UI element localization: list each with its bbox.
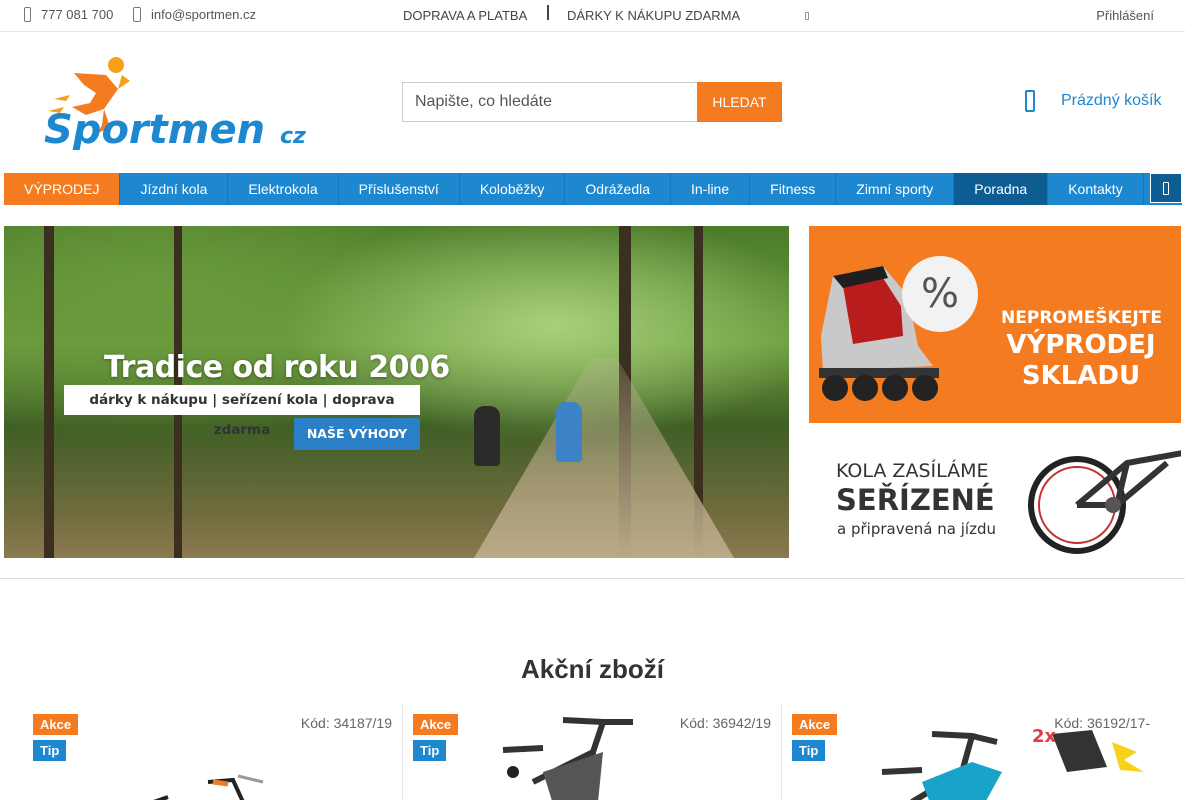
- sportmen-logo[interactable]: Sportmen cz: [44, 55, 319, 150]
- clearance-sale-banner[interactable]: % NEPROMEŠKEJTE VÝPRODEJ SKLADU: [809, 226, 1181, 423]
- bicycle-image: [1028, 450, 1181, 554]
- tip-badge: Tip: [33, 740, 67, 761]
- nav-more-button[interactable]: [1150, 173, 1182, 203]
- assembled-bikes-banner[interactable]: KOLA ZASÍLÁME SEŘÍZENÉ a připravená na j…: [809, 443, 1181, 558]
- nav-item-advice[interactable]: Poradna: [954, 173, 1049, 205]
- product-image: 2x: [881, 726, 1144, 800]
- nav-item-ebikes[interactable]: Elektrokola: [228, 173, 339, 205]
- nav-item-winter-sports[interactable]: Zimní sporty: [836, 173, 955, 205]
- nav-item-accessories[interactable]: Příslušenství: [339, 173, 460, 205]
- tip-badge: Tip: [413, 740, 447, 761]
- nav-item-inline[interactable]: In-line: [671, 173, 751, 205]
- promo2-line1: KOLA ZASÍLÁME: [836, 460, 989, 482]
- phone-icon: [1163, 182, 1169, 195]
- product-card[interactable]: Akce Tip Kód: 36942/19: [402, 704, 781, 800]
- phone-icon: [24, 7, 31, 22]
- hero-banner[interactable]: Tradice od roku 2006 dárky k nákupu | se…: [4, 226, 789, 558]
- section-divider: [0, 578, 1185, 579]
- email-address: info@sportmen.cz: [151, 7, 256, 22]
- svg-text:Sportmen: Sportmen: [44, 107, 265, 150]
- dropdown-icon[interactable]: [805, 12, 809, 20]
- product-card[interactable]: Akce Tip Kód: 36192/17- 2x: [781, 704, 1160, 800]
- promo2-line2: SEŘÍZENÉ: [836, 483, 995, 517]
- section-title: Akční zboží: [520, 654, 664, 684]
- nav-item-balance-bikes[interactable]: Odrážedla: [565, 173, 671, 205]
- promo-headline: NEPROMEŠKEJTE: [1001, 308, 1162, 328]
- cyclist: [556, 402, 582, 462]
- nav-item-scooters[interactable]: Koloběžky: [460, 173, 566, 205]
- cart-label: Prázdný košík: [1061, 92, 1162, 109]
- nav-item-bikes[interactable]: Jízdní kola: [120, 173, 229, 205]
- nav-item-fitness[interactable]: Fitness: [750, 173, 837, 205]
- sale-badge: Akce: [792, 714, 838, 735]
- hero-benefits-button[interactable]: NAŠE VÝHODY: [294, 418, 420, 450]
- envelope-icon: [133, 7, 141, 22]
- login-link[interactable]: Přihlášení: [1096, 8, 1154, 23]
- nav-item-sale[interactable]: VÝPRODEJ: [4, 173, 121, 205]
- hero-subtitle: dárky k nákupu | seřízení kola | doprava…: [64, 385, 420, 438]
- phone-number: 777 081 700: [41, 7, 114, 22]
- sale-badge: Akce: [413, 714, 459, 735]
- phone-contact[interactable]: 777 081 700: [24, 7, 113, 22]
- nav-item-contacts[interactable]: Kontakty: [1048, 173, 1144, 205]
- email-contact[interactable]: info@sportmen.cz: [133, 7, 256, 22]
- product-image: [502, 717, 633, 800]
- svg-text:2x: 2x: [1032, 726, 1057, 747]
- promo2-line3: a připravená na jízdu: [837, 520, 996, 538]
- tip-badge: Tip: [792, 740, 826, 761]
- top-bar: 777 081 700 info@sportmen.cz DOPRAVA A P…: [0, 0, 1185, 32]
- shipping-payment-link[interactable]: DOPRAVA A PLATBA: [403, 8, 527, 23]
- hero-title: Tradice od roku 2006: [104, 350, 450, 385]
- link-separator: [547, 5, 549, 20]
- percent-icon: %: [902, 256, 978, 332]
- svg-text:cz: cz: [280, 124, 306, 149]
- search-form: HLEDAT: [402, 82, 782, 122]
- product-card[interactable]: Akce Tip Kód: 34187/19: [23, 704, 402, 800]
- promo-text-sale: VÝPRODEJ SKLADU: [1006, 330, 1156, 391]
- main-nav: VÝPRODEJ Jízdní kola Elektrokola Přísluš…: [4, 173, 1182, 205]
- search-button[interactable]: HLEDAT: [697, 82, 782, 122]
- search-input[interactable]: [402, 82, 697, 122]
- sale-badge: Akce: [33, 714, 79, 735]
- cart-icon: [1025, 90, 1035, 112]
- product-image: [153, 774, 264, 800]
- cyclist: [474, 406, 500, 466]
- gifts-link[interactable]: DÁRKY K NÁKUPU ZDARMA: [567, 8, 740, 23]
- cart[interactable]: Prázdný košík: [1025, 90, 1161, 112]
